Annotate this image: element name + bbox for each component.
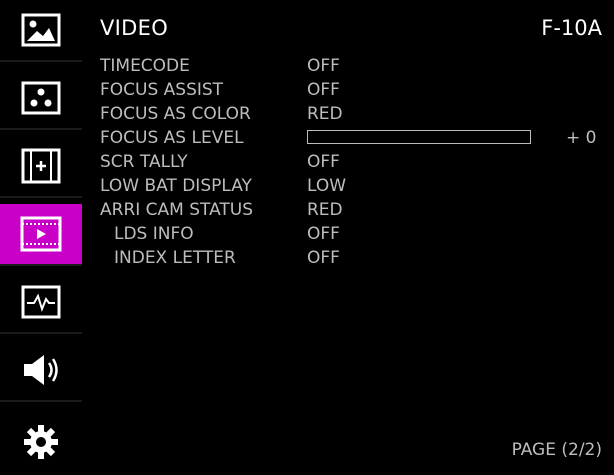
menu-value[interactable]: OFF: [307, 53, 340, 79]
page-indicator: PAGE (2/2): [511, 440, 602, 460]
menu-value[interactable]: LOW: [307, 173, 346, 199]
menu-item-index-letter[interactable]: INDEX LETTER OFF: [0, 245, 614, 271]
menu-value[interactable]: OFF: [307, 149, 340, 175]
menu-item-focus-assist[interactable]: FOCUS ASSIST OFF: [0, 77, 614, 103]
waveform-icon: [21, 285, 61, 319]
level-value: + 0: [566, 128, 597, 148]
image-icon: [21, 13, 61, 47]
menu-item-timecode[interactable]: TIMECODE OFF: [0, 53, 614, 79]
level-slider[interactable]: [307, 130, 531, 144]
menu-label: LOW BAT DISPLAY: [100, 176, 252, 196]
menu-value[interactable]: OFF: [307, 221, 340, 247]
menu-label: FOCUS ASSIST: [100, 80, 224, 100]
menu-item-lds-info[interactable]: LDS INFO OFF: [0, 221, 614, 247]
menu-label: FOCUS AS LEVEL: [100, 128, 244, 148]
page-title: VIDEO: [100, 16, 169, 40]
menu-item-scr-tally[interactable]: SCR TALLY OFF: [0, 149, 614, 175]
menu-label: SCR TALLY: [100, 152, 188, 172]
menu-label: LDS INFO: [114, 224, 194, 244]
menu-label: ARRI CAM STATUS: [100, 200, 254, 220]
menu-value[interactable]: RED: [307, 101, 343, 127]
sidebar-item-audio[interactable]: [0, 340, 82, 402]
device-model: F-10A: [541, 16, 602, 40]
menu-label: FOCUS AS COLOR: [100, 104, 251, 124]
menu-value[interactable]: OFF: [307, 245, 340, 271]
gear-icon: [24, 424, 58, 459]
menu-item-focus-as-level[interactable]: FOCUS AS LEVEL + 0: [0, 125, 614, 151]
menu-label: INDEX LETTER: [114, 248, 236, 268]
menu-item-focus-as-color[interactable]: FOCUS AS COLOR RED: [0, 101, 614, 127]
speaker-icon: [24, 355, 58, 385]
sidebar-item-settings[interactable]: [0, 408, 82, 475]
menu-label: TIMECODE: [100, 56, 190, 76]
menu-value[interactable]: OFF: [307, 77, 340, 103]
menu-value[interactable]: RED: [307, 197, 343, 223]
menu-item-arri-cam-status[interactable]: ARRI CAM STATUS RED: [0, 197, 614, 223]
sidebar-item-waveform[interactable]: [0, 272, 82, 334]
menu-item-low-bat-display[interactable]: LOW BAT DISPLAY LOW: [0, 173, 614, 199]
